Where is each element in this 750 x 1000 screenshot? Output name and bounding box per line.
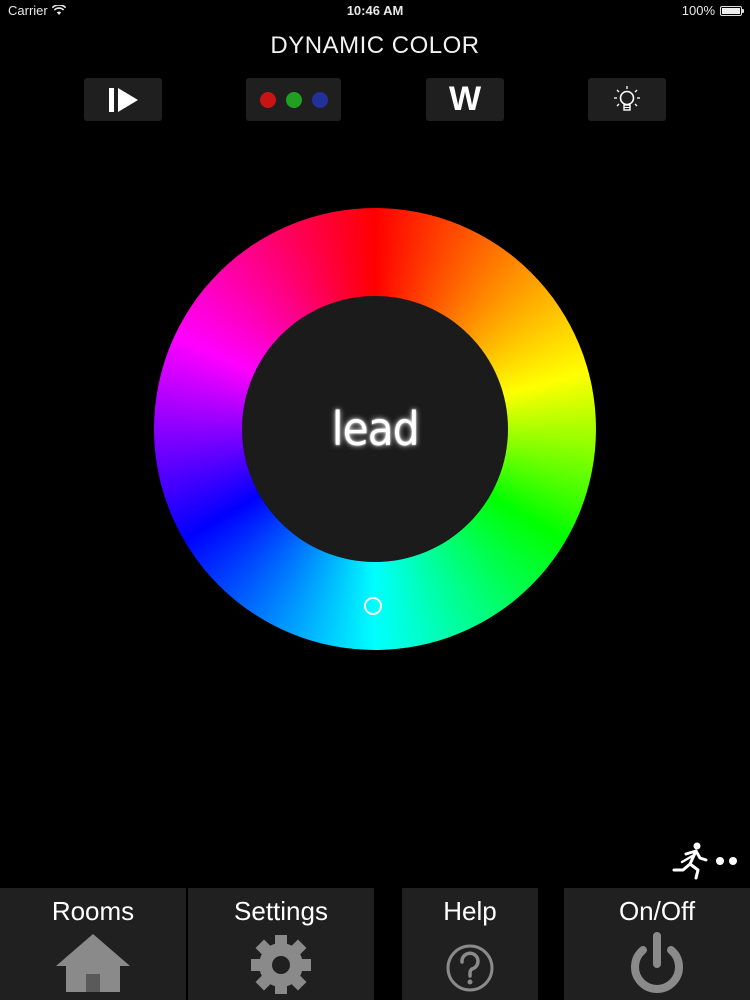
- play-pause-icon: [109, 87, 138, 112]
- rooms-label: Rooms: [51, 896, 135, 926]
- lightbulb-icon: [614, 85, 640, 111]
- status-right: 100%: [681, 3, 744, 18]
- wheel-center: lead: [242, 296, 508, 562]
- page-dot: [729, 857, 737, 865]
- status-time: 10:46 AM: [346, 3, 404, 18]
- help-icon: [446, 944, 494, 992]
- running-person-icon[interactable]: [670, 840, 710, 880]
- page-title: DYNAMIC COLOR: [270, 32, 480, 59]
- battery-percent: 100%: [681, 3, 715, 18]
- settings-button[interactable]: Settings: [188, 888, 374, 1000]
- gear-icon: [251, 935, 311, 994]
- green-dot-icon: [285, 91, 302, 108]
- page-indicator: [716, 857, 737, 865]
- brand-logo: lead: [331, 402, 420, 456]
- play-pause-button[interactable]: [84, 78, 162, 121]
- bulb-button[interactable]: [588, 78, 666, 121]
- white-label: W: [448, 80, 482, 118]
- rooms-button[interactable]: Rooms: [0, 888, 186, 1000]
- red-dot-icon: [259, 91, 276, 108]
- white-button[interactable]: W: [426, 78, 504, 121]
- battery-icon: [720, 5, 744, 16]
- help-label: Help: [443, 896, 497, 926]
- blue-dot-icon: [311, 91, 328, 108]
- help-button[interactable]: Help: [402, 888, 538, 1000]
- status-bar: Carrier 10:46 AM 100%: [0, 0, 750, 22]
- rgb-button[interactable]: [246, 78, 341, 121]
- page-dot: [716, 857, 724, 865]
- settings-label: Settings: [234, 896, 328, 926]
- home-icon: [56, 934, 130, 992]
- on-off-label: On/Off: [618, 896, 696, 926]
- power-icon: [631, 932, 683, 993]
- on-off-button[interactable]: On/Off: [564, 888, 750, 1000]
- color-wheel-handle[interactable]: [364, 597, 382, 615]
